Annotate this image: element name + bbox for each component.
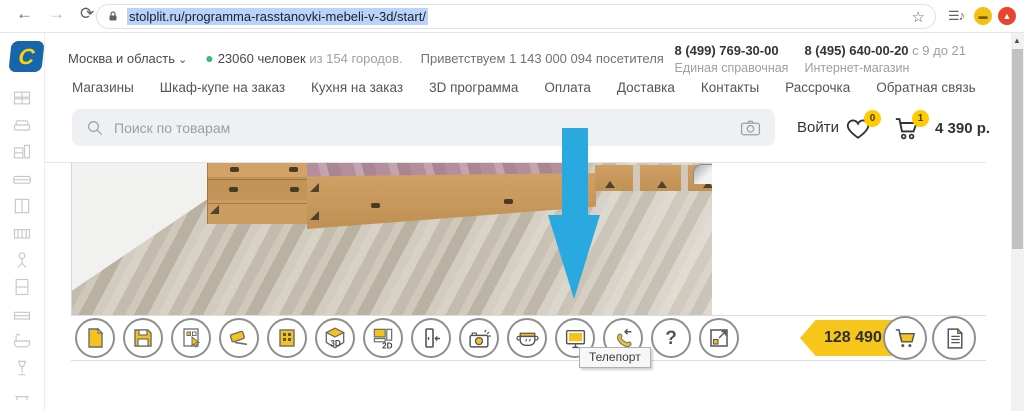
new-file-button[interactable] bbox=[75, 318, 115, 358]
sidebar-icon-dressers[interactable] bbox=[12, 300, 32, 327]
teleport-highlight-arrow bbox=[546, 128, 603, 300]
nav-item-payment[interactable]: Оплата bbox=[544, 80, 590, 95]
online-dot-icon: ● bbox=[205, 50, 213, 66]
cart-total[interactable]: 4 390 р. bbox=[935, 120, 990, 137]
reload-icon[interactable]: ⟳ bbox=[80, 4, 94, 24]
phone-number-1: 8 (499) 769-30-00 bbox=[675, 43, 779, 58]
sidebar-icon-kitchens[interactable] bbox=[12, 138, 32, 165]
select-plan-button[interactable] bbox=[171, 318, 211, 358]
3d-scene-viewport[interactable] bbox=[71, 163, 712, 315]
view-2d-label: 2D bbox=[382, 341, 393, 350]
phone-number-2: 8 (495) 640-00-20 bbox=[804, 43, 908, 58]
page-corner bbox=[98, 329, 102, 333]
browser-toolbar: ← → ⟳ stolplit.ru/programma-rasstanovki-… bbox=[0, 0, 1024, 33]
page: ← → ⟳ stolplit.ru/programma-rasstanovki-… bbox=[0, 0, 1024, 411]
teleport-tooltip: Телепорт bbox=[579, 347, 651, 368]
favorites-badge: 0 bbox=[864, 110, 881, 127]
view-2d-button[interactable]: 2D bbox=[363, 318, 403, 358]
address-bar[interactable]: stolplit.ru/programma-rasstanovki-mebeli… bbox=[96, 4, 936, 29]
eraser-button[interactable] bbox=[219, 318, 259, 358]
save-button[interactable] bbox=[123, 318, 163, 358]
back-icon[interactable]: ← bbox=[16, 4, 33, 24]
search-by-photo-icon[interactable] bbox=[740, 119, 761, 136]
header-info-row: Москва и область⌄ ● 23060 человек из 154 … bbox=[68, 50, 664, 66]
reading-list-icon[interactable]: ☰♪ bbox=[948, 8, 964, 24]
bookmark-star-icon[interactable]: ☆ bbox=[912, 8, 925, 26]
sidebar-icon-beds[interactable] bbox=[12, 165, 32, 192]
search-bar[interactable] bbox=[72, 109, 775, 146]
lock-icon bbox=[107, 10, 119, 23]
logo-letter: C bbox=[17, 44, 36, 70]
nav-item-wardrobes[interactable]: Шкаф-купе на заказ bbox=[160, 80, 285, 95]
phone-label-2: Интернет-магазин bbox=[804, 61, 966, 75]
url-text[interactable]: stolplit.ru/programma-rasstanovki-mebeli… bbox=[127, 8, 428, 25]
chevron-down-icon: ⌄ bbox=[178, 54, 187, 66]
phone-hours-2: с 9 до 21 bbox=[912, 43, 966, 58]
search-icon bbox=[86, 119, 104, 137]
scene-wall bbox=[72, 163, 209, 315]
nav-item-installments[interactable]: Рассрочка bbox=[785, 80, 850, 95]
stolplit-logo[interactable]: C bbox=[8, 41, 44, 72]
phone-label-1: Единая справочная bbox=[675, 61, 789, 75]
sidebar-icon-sofas[interactable] bbox=[12, 111, 32, 138]
nav-item-delivery[interactable]: Доставка bbox=[617, 80, 675, 95]
catalog-button[interactable] bbox=[267, 318, 307, 358]
scene-chest-drawers[interactable] bbox=[207, 163, 308, 224]
tooltip-text: Телепорт bbox=[589, 350, 641, 364]
nav-item-shops[interactable]: Магазины bbox=[72, 80, 134, 95]
visitors-cities: из 154 городов. bbox=[309, 51, 402, 66]
sidebar-icon-bathroom[interactable] bbox=[12, 327, 32, 354]
phone-block-1: 8 (499) 769-30-00 Единая справочная bbox=[675, 43, 789, 75]
sidebar-icon-cabinets[interactable] bbox=[12, 273, 32, 300]
sidebar-icon-shelving[interactable] bbox=[12, 84, 32, 111]
main-nav: Магазины Шкаф-купе на заказ Кухня на зак… bbox=[72, 80, 976, 95]
greeting-text: Приветствуем 1 143 000 094 посетителя bbox=[421, 51, 664, 66]
cart-count: 1 bbox=[918, 113, 924, 124]
nav-item-feedback[interactable]: Обратная связь bbox=[876, 80, 975, 95]
cup-button[interactable] bbox=[507, 318, 547, 358]
sidebar-divider bbox=[44, 33, 45, 411]
page-scrollbar[interactable]: ▲ bbox=[1011, 33, 1024, 411]
nav-item-kitchens[interactable]: Кухня на заказ bbox=[311, 80, 403, 95]
sidebar-icon-office-chairs[interactable] bbox=[12, 246, 32, 273]
add-to-cart-button[interactable] bbox=[883, 316, 927, 360]
sidebar-icon-wardrobes[interactable] bbox=[12, 192, 32, 219]
help-button[interactable]: ? bbox=[651, 318, 691, 358]
fullscreen-button[interactable] bbox=[699, 318, 739, 358]
specification-button[interactable] bbox=[932, 316, 976, 360]
category-sidebar bbox=[8, 84, 36, 408]
favorites-count: 0 bbox=[870, 113, 876, 124]
header-phones: 8 (499) 769-30-00 Единая справочная 8 (4… bbox=[675, 43, 967, 75]
phone-block-2: 8 (495) 640-00-20 с 9 до 21 Интернет-маг… bbox=[804, 43, 966, 75]
region-selector[interactable]: Москва и область⌄ bbox=[68, 51, 187, 66]
visitors-count: 23060 человек bbox=[218, 51, 306, 66]
sidebar-icon-cribs[interactable] bbox=[12, 219, 32, 246]
nav-item-contacts[interactable]: Контакты bbox=[701, 80, 759, 95]
scene-panel-corner[interactable] bbox=[693, 164, 712, 184]
extension-yellow-icon[interactable]: ▬ bbox=[974, 7, 992, 25]
extension-red-icon[interactable]: ▲ bbox=[998, 7, 1016, 25]
nav-item-3d-program[interactable]: 3D программа bbox=[429, 80, 518, 95]
sidebar-icon-hallway[interactable] bbox=[12, 381, 32, 408]
region-label: Москва и область bbox=[68, 51, 175, 66]
screenshot-camera-button[interactable] bbox=[459, 318, 499, 358]
scrollbar-thumb[interactable] bbox=[1012, 49, 1023, 249]
view-3d-label: 3D bbox=[330, 339, 341, 348]
view-3d-button[interactable]: 3D bbox=[315, 318, 355, 358]
sidebar-icon-lighting[interactable] bbox=[12, 354, 32, 381]
login-button[interactable]: Войти bbox=[797, 119, 839, 136]
visitors-online: ● 23060 человек из 154 городов. bbox=[205, 50, 402, 66]
scroll-up-arrow-icon[interactable]: ▲ bbox=[1013, 36, 1021, 45]
search-input[interactable] bbox=[114, 120, 740, 136]
door-button[interactable] bbox=[411, 318, 451, 358]
help-label: ? bbox=[665, 328, 677, 349]
cart-badge: 1 bbox=[912, 110, 929, 127]
forward-icon[interactable]: → bbox=[48, 4, 65, 24]
